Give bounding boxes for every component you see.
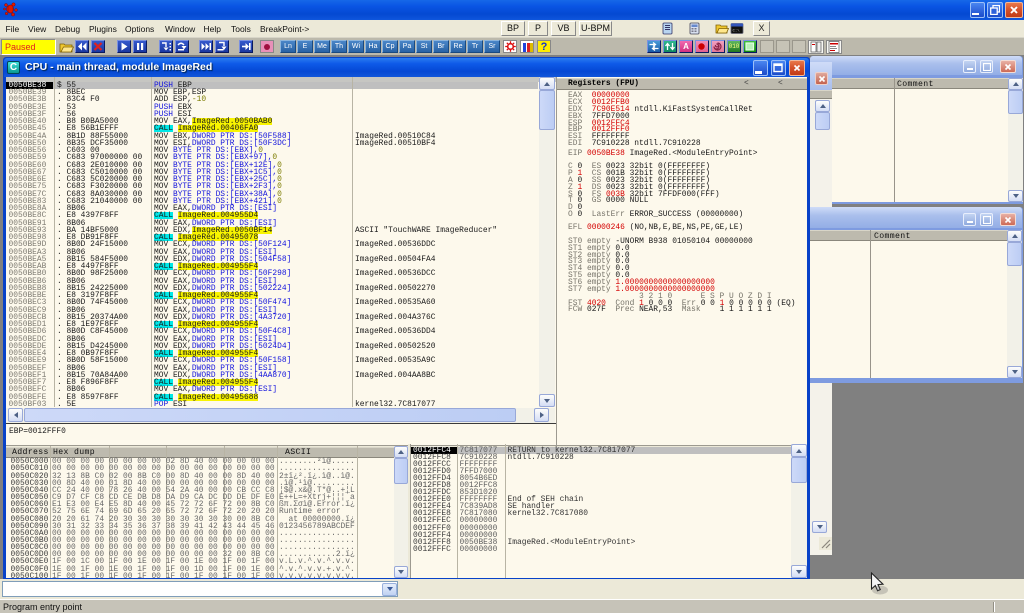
svg-text:C:\: C:\ <box>732 29 740 34</box>
